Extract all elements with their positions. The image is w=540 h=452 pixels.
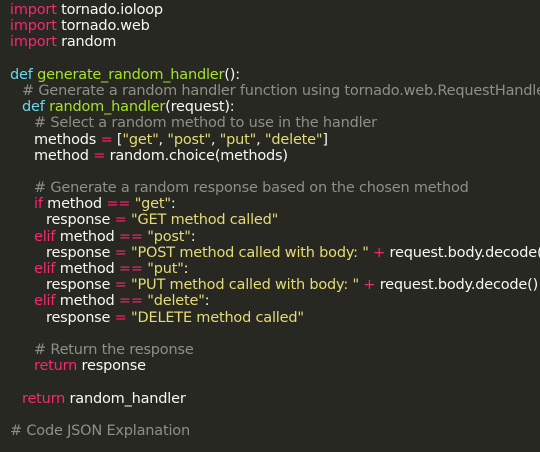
code-text: random_handler: [65, 390, 186, 407]
code-text: ,: [256, 131, 265, 148]
code-line-3: import random: [10, 34, 540, 50]
code-text: random: [56, 34, 117, 51]
code-text: tornado.ioloop: [56, 2, 163, 18]
code-line-21-blank: [10, 326, 540, 342]
operator: =: [114, 244, 127, 261]
string-literal: "POST method called with body: ": [131, 244, 369, 261]
code-text: method: [34, 147, 94, 164]
keyword: import: [10, 18, 57, 35]
code-line-18: response = "PUT method called with body:…: [10, 277, 540, 293]
code-editor[interactable]: import tornado.ioloop import tornado.web…: [0, 0, 540, 452]
code-line-9: methods = ["get", "post", "put", "delete…: [10, 132, 540, 148]
keyword: elif: [34, 228, 56, 245]
code-line-12: # Generate a random response based on th…: [10, 180, 540, 196]
code-text: method: [55, 228, 119, 245]
code-line-25: return random_handler: [10, 391, 540, 407]
operator: +: [363, 277, 376, 294]
code-text: response: [77, 358, 146, 375]
code-comment: # Code JSON Explanation: [10, 422, 190, 439]
code-comment: # Generate a random handler function usi…: [22, 82, 540, 99]
code-text: random.choice(methods): [105, 147, 288, 164]
code-text: response: [46, 244, 115, 261]
code-line-15: elif method == "post":: [10, 229, 540, 245]
function-name: random_handler: [49, 99, 166, 116]
string-literal: "PUT method called with body: ": [131, 277, 359, 294]
code-line-26-blank: [10, 407, 540, 423]
code-line-14: response = "GET method called": [10, 212, 540, 228]
code-comment: # Generate a random response based on th…: [34, 180, 469, 197]
string-literal: "delete": [147, 293, 205, 310]
code-line-24-blank: [10, 374, 540, 390]
code-line-5: def generate_random_handler():: [10, 67, 540, 83]
code-line-8: # Select a random method to use in the h…: [10, 115, 540, 131]
code-text: (request):: [165, 99, 235, 116]
operator: +: [373, 244, 386, 261]
code-comment: # Select a random method to use in the h…: [34, 115, 377, 132]
operator: =: [114, 309, 127, 326]
code-text: tornado.web: [56, 18, 150, 35]
operator: ==: [118, 261, 143, 277]
code-line-10: method = random.choice(methods): [10, 148, 540, 164]
code-text: response: [46, 212, 115, 229]
code-line-2: import tornado.web: [10, 18, 540, 34]
operator: =: [114, 212, 127, 229]
code-line-6: # Generate a random handler function usi…: [10, 83, 540, 99]
string-literal: "get": [134, 196, 171, 213]
code-text: method: [42, 196, 107, 213]
code-line-13: if method == "get":: [10, 196, 540, 212]
string-literal: "put": [219, 131, 257, 148]
code-text: ]: [322, 131, 328, 148]
code-text: [: [112, 131, 123, 148]
keyword: def: [22, 99, 45, 116]
operator: ==: [106, 196, 131, 213]
code-text: request.body.decode(): [385, 244, 540, 261]
string-literal: "post": [167, 131, 211, 148]
code-line-23: return response: [10, 358, 540, 374]
code-text: ,: [210, 131, 220, 148]
operator: =: [114, 277, 127, 294]
code-line-27: # Code JSON Explanation: [10, 423, 540, 439]
code-text: response: [46, 309, 115, 326]
code-line-7: def random_handler(request):: [10, 99, 540, 115]
string-literal: "post": [147, 228, 191, 245]
code-text: :: [170, 196, 176, 213]
code-comment: # Return the response: [34, 341, 194, 358]
operator: ==: [118, 293, 143, 310]
code-text: ():: [224, 66, 240, 83]
code-line-20: response = "DELETE method called": [10, 310, 540, 326]
operator: ==: [118, 228, 143, 245]
code-text: request.body.decode(): [375, 277, 539, 294]
code-text: :: [204, 293, 210, 310]
keyword: return: [22, 390, 66, 407]
string-literal: "get": [122, 131, 159, 148]
code-text: :: [190, 228, 196, 245]
keyword: def: [10, 66, 33, 83]
code-text: method: [55, 261, 119, 277]
code-text: response: [46, 277, 115, 294]
code-text: :: [183, 261, 189, 277]
string-literal: "delete": [264, 131, 323, 148]
function-name: generate_random_handler: [37, 66, 225, 83]
keyword: return: [34, 358, 78, 375]
string-literal: "put": [147, 261, 184, 277]
code-line-16: response = "POST method called with body…: [10, 245, 540, 261]
keyword: import: [10, 2, 57, 18]
string-literal: "DELETE method called": [131, 309, 304, 326]
string-literal: "GET method called": [131, 212, 279, 229]
code-line-19: elif method == "delete":: [10, 293, 540, 309]
code-line-22: # Return the response: [10, 342, 540, 358]
code-line-4-blank: [10, 51, 540, 67]
code-line-11-blank: [10, 164, 540, 180]
keyword: if: [34, 196, 43, 213]
code-line-17: elif method == "put":: [10, 261, 540, 277]
code-line-1: import tornado.ioloop: [10, 2, 540, 18]
keyword: elif: [34, 261, 56, 277]
code-text: methods: [34, 131, 101, 148]
operator: =: [100, 131, 113, 148]
keyword: import: [10, 34, 57, 51]
code-text: method: [55, 293, 119, 310]
operator: =: [93, 147, 106, 164]
keyword: elif: [34, 293, 56, 310]
